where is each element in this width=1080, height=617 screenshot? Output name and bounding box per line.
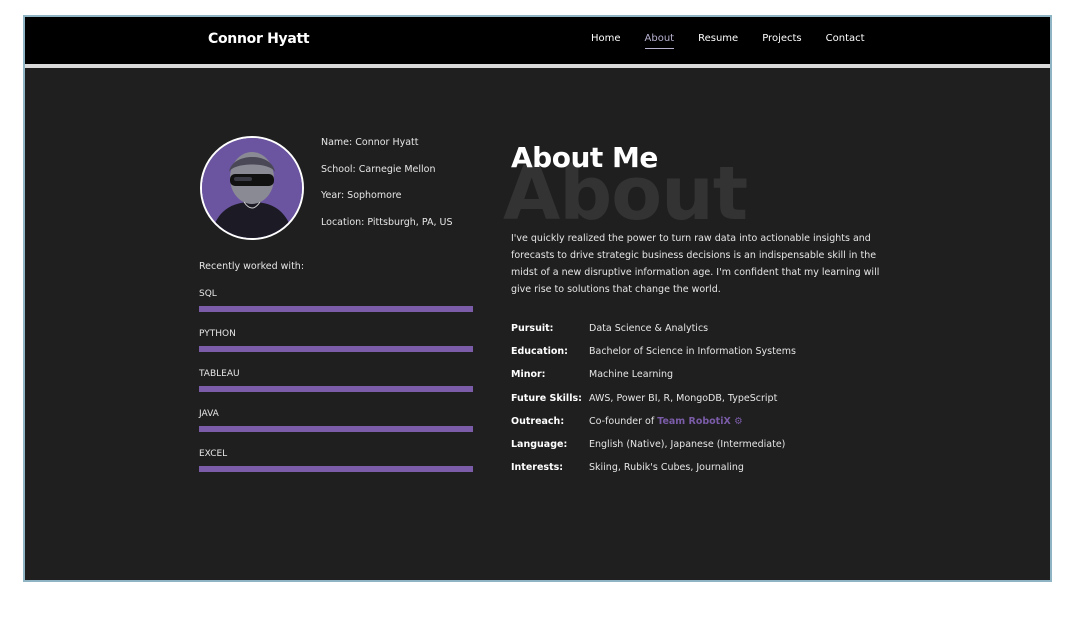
browser-frame: Connor Hyatt Home About Resume Projects … [23, 15, 1052, 582]
skill-bar-fill [199, 466, 473, 472]
skill-tableau: TABLEAU [199, 369, 473, 392]
page-title: About Me [511, 141, 658, 174]
nav-menu: Home About Resume Projects Contact [591, 33, 889, 49]
brand-logo[interactable]: Connor Hyatt [208, 31, 310, 47]
detail-value: English (Native), Japanese (Intermediate… [589, 438, 786, 450]
detail-row: Future Skills: AWS, Power BI, R, MongoDB… [511, 393, 796, 416]
detail-row: Language: English (Native), Japanese (In… [511, 439, 796, 462]
skill-python: PYTHON [199, 329, 473, 352]
skills-title: Recently worked with: [199, 261, 305, 272]
skill-label: TABLEAU [199, 369, 240, 379]
detail-row: Outreach: Co-founder of Team RobotiX ⚙ [511, 416, 796, 439]
skill-bar [199, 346, 473, 352]
skill-bar [199, 386, 473, 392]
skill-bar [199, 466, 473, 472]
detail-key: Interests: [511, 462, 564, 474]
profile-info: Name: Connor Hyatt School: Carnegie Mell… [321, 137, 452, 243]
detail-row: Interests: Skiing, Rubik's Cubes, Journa… [511, 462, 796, 485]
detail-value: AWS, Power BI, R, MongoDB, TypeScript [589, 392, 778, 404]
skill-bar-fill [199, 386, 473, 392]
skill-label: EXCEL [199, 449, 228, 459]
top-navbar: Connor Hyatt Home About Resume Projects … [25, 17, 1050, 64]
detail-row: Minor: Machine Learning [511, 369, 796, 392]
detail-key: Education: [511, 346, 568, 358]
detail-key: Minor: [511, 369, 546, 381]
detail-key: Future Skills: [511, 392, 582, 404]
nav-resume[interactable]: Resume [698, 33, 738, 49]
profile-school: School: Carnegie Mellon [321, 163, 436, 175]
nav-about[interactable]: About [644, 33, 675, 49]
skill-bar-fill [199, 346, 473, 352]
profile-year: Year: Sophomore [321, 190, 402, 201]
team-robotix-link[interactable]: Team RobotiX ⚙ [657, 416, 742, 427]
skill-bar [199, 426, 473, 432]
nav-home[interactable]: Home [591, 33, 621, 49]
avatar-portrait-icon [202, 138, 302, 238]
profile-name: Name: Connor Hyatt [321, 137, 419, 148]
header-divider [25, 64, 1050, 68]
detail-value: Machine Learning [589, 369, 674, 381]
details-list: Pursuit: Data Science & Analytics Educat… [511, 323, 796, 485]
detail-key: Pursuit: [511, 323, 554, 334]
nav-projects[interactable]: Projects [762, 33, 801, 49]
detail-key: Language: [511, 438, 568, 450]
detail-row: Education: Bachelor of Science in Inform… [511, 346, 796, 369]
skill-bar-fill [199, 306, 473, 312]
avatar [200, 136, 304, 240]
outreach-text: Co-founder of [589, 415, 658, 427]
skill-sql: SQL [199, 289, 473, 312]
skill-label: SQL [199, 289, 217, 299]
skill-bar-fill [199, 426, 473, 432]
detail-value: Co-founder of Team RobotiX ⚙ [589, 416, 743, 439]
detail-value: Data Science & Analytics [589, 323, 709, 334]
detail-key: Outreach: [511, 415, 565, 427]
profile-location: Location: Pittsburgh, PA, US [321, 216, 453, 228]
skill-excel: EXCEL [199, 449, 473, 472]
detail-value: Bachelor of Science in Information Syste… [589, 346, 796, 358]
skill-label: PYTHON [199, 329, 236, 339]
nav-contact[interactable]: Contact [826, 33, 865, 49]
about-bio: I've quickly realized the power to turn … [511, 233, 880, 295]
skill-label: JAVA [199, 409, 219, 419]
detail-value: Skiing, Rubik's Cubes, Journaling [589, 462, 744, 474]
skill-java: JAVA [199, 409, 473, 432]
detail-row: Pursuit: Data Science & Analytics [511, 323, 796, 346]
skill-bar [199, 306, 473, 312]
